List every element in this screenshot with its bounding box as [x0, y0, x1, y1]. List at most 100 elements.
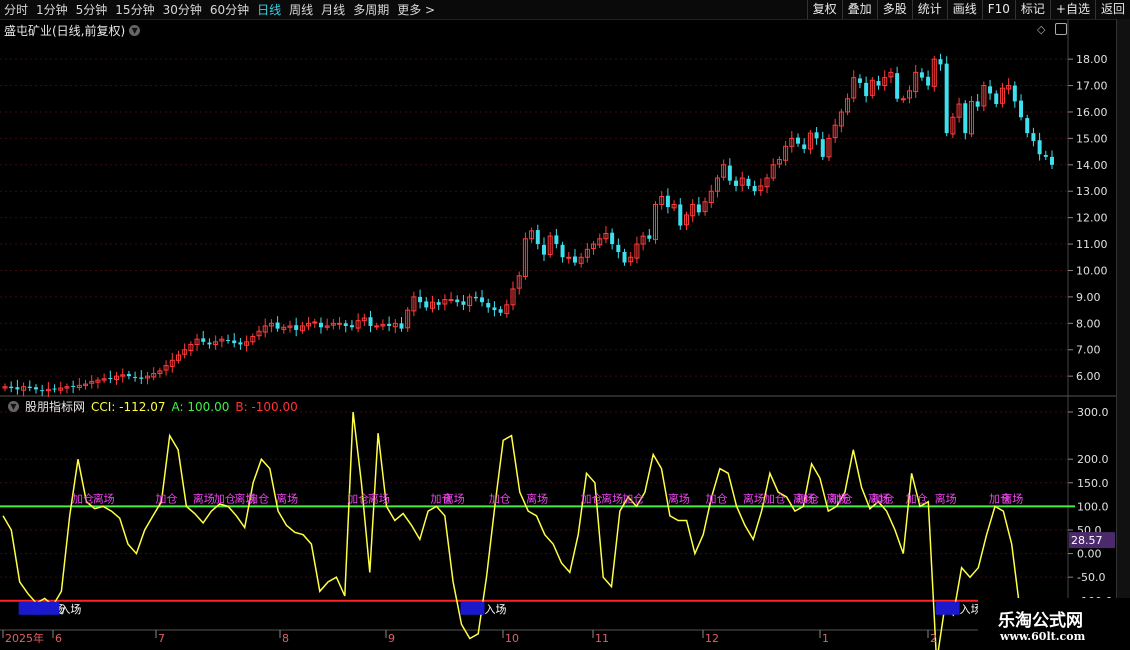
signal-add-label: 加仓 — [247, 491, 269, 505]
candle-body-down — [238, 342, 243, 345]
candle-body-down — [734, 180, 739, 186]
candle-body-down — [572, 256, 577, 263]
candle-body-down — [616, 244, 621, 252]
date-tick-label: 11 — [595, 632, 609, 645]
signal-leave-label: 离场 — [443, 491, 465, 505]
signal-add-label: 加仓 — [347, 491, 369, 505]
signal-add-label: 加仓 — [72, 491, 94, 505]
signal-leave-label: 离场 — [368, 491, 390, 505]
signal-leave-label: 离场 — [601, 491, 623, 505]
signal-add-label: 加仓 — [581, 491, 603, 505]
candle-body-down — [27, 386, 32, 389]
signal-add-label: 加仓 — [831, 491, 853, 505]
indicator-tick-label: 200.0 — [1077, 453, 1109, 466]
candle-body-down — [988, 86, 993, 94]
candle-body-down — [938, 59, 943, 65]
candle-body-down — [560, 244, 565, 258]
candle-body-down — [820, 139, 825, 157]
candle-body-down — [944, 63, 949, 134]
signal-enter-box — [460, 601, 485, 615]
watermark-name: 乐淘公式网 — [998, 611, 1083, 631]
date-tick-label: 1 — [822, 632, 829, 645]
candle-body-down — [52, 388, 57, 390]
candle-body-down — [1025, 118, 1030, 134]
candle-body-down — [368, 317, 373, 326]
candle-body-down — [207, 342, 212, 345]
candle-body-down — [746, 178, 751, 186]
candle-body-down — [455, 299, 460, 303]
candle-body-down — [9, 386, 14, 389]
candle-body-down — [33, 387, 38, 390]
candle-body-up — [900, 98, 906, 101]
candle-body-down — [1031, 133, 1036, 142]
candle-body-down — [399, 323, 404, 329]
candle-body-down — [610, 232, 615, 245]
price-tick-label: 11.00 — [1076, 238, 1108, 251]
price-tick-label: 12.00 — [1076, 212, 1108, 225]
candle-body-down — [294, 325, 299, 330]
candle-body-down — [461, 301, 466, 305]
candle-body-down — [1037, 140, 1042, 155]
candle-body-down — [1050, 156, 1054, 165]
signal-add-label: 加仓 — [622, 491, 644, 505]
indicator-tick-label: 0.00 — [1077, 548, 1102, 561]
candle-body-down — [895, 73, 900, 99]
signal-add-label: 加仓 — [797, 491, 819, 505]
chart-canvas[interactable]: 18.0017.0016.0015.0014.0013.0012.0011.00… — [0, 0, 1130, 650]
candle-body-down — [201, 338, 206, 342]
signal-add-label: 加仓 — [706, 491, 728, 505]
indicator-tick-label: -50.0 — [1077, 571, 1105, 584]
signal-add-label: 加仓 — [155, 491, 177, 505]
indicator-tick-label: 300.0 — [1077, 406, 1109, 419]
candle-body-up — [374, 325, 380, 328]
candle-body-down — [926, 76, 931, 86]
watermark-url: www.60lt.com — [1000, 630, 1086, 643]
candle-body-down — [994, 93, 999, 105]
date-tick-label: 9 — [388, 632, 395, 645]
current-value-label: 28.57 — [1071, 534, 1103, 547]
candle-body-down — [678, 204, 683, 226]
date-tick-label: 6 — [55, 632, 62, 645]
signal-add-label: 加仓 — [906, 491, 928, 505]
signal-leave-label: 离场 — [276, 491, 298, 505]
price-tick-label: 9.00 — [1076, 291, 1101, 304]
candle-body-down — [752, 185, 757, 192]
candle-body-down — [480, 297, 485, 303]
signal-add-label: 加仓 — [764, 491, 786, 505]
candle-body-down — [647, 235, 652, 239]
signal-leave-label: 离场 — [93, 491, 115, 505]
signal-enter-label: 入场 — [484, 602, 506, 616]
candle-body-down — [727, 165, 732, 181]
candle-body-down — [133, 376, 138, 378]
cci-line — [2, 411, 1046, 650]
candle-body-down — [963, 103, 968, 134]
signal-leave-label: 离场 — [193, 491, 215, 505]
candle-body-down — [418, 296, 423, 303]
candle-body-down — [126, 374, 131, 377]
date-tick-label: 2025年 — [5, 631, 44, 645]
candle-body-down — [795, 137, 800, 144]
signal-enter-box — [935, 601, 960, 615]
candle-body-up — [337, 322, 343, 325]
candle-body-up — [566, 256, 572, 259]
signal-add-label: 加仓 — [489, 491, 511, 505]
candle-body-down — [108, 377, 113, 379]
candle-body-down — [473, 296, 478, 299]
candle-body-down — [492, 307, 497, 311]
candle-body-down — [275, 322, 280, 329]
candle-body-down — [1012, 85, 1017, 102]
candle-body-down — [1043, 155, 1048, 157]
candle-body-down — [232, 340, 237, 344]
candle-body-down — [1019, 100, 1024, 118]
candle-body-down — [622, 251, 627, 263]
price-tick-label: 6.00 — [1076, 370, 1101, 383]
candle-body-down — [486, 302, 491, 308]
candle-body-down — [541, 244, 546, 255]
indicator-tick-label: 100.0 — [1077, 500, 1109, 513]
candle-body-down — [876, 81, 881, 86]
candle-body-down — [139, 377, 144, 379]
signal-enter-box — [35, 601, 60, 615]
candle-body-down — [40, 390, 45, 392]
candle-body-down — [436, 302, 441, 305]
signal-leave-label: 离场 — [1001, 491, 1023, 505]
